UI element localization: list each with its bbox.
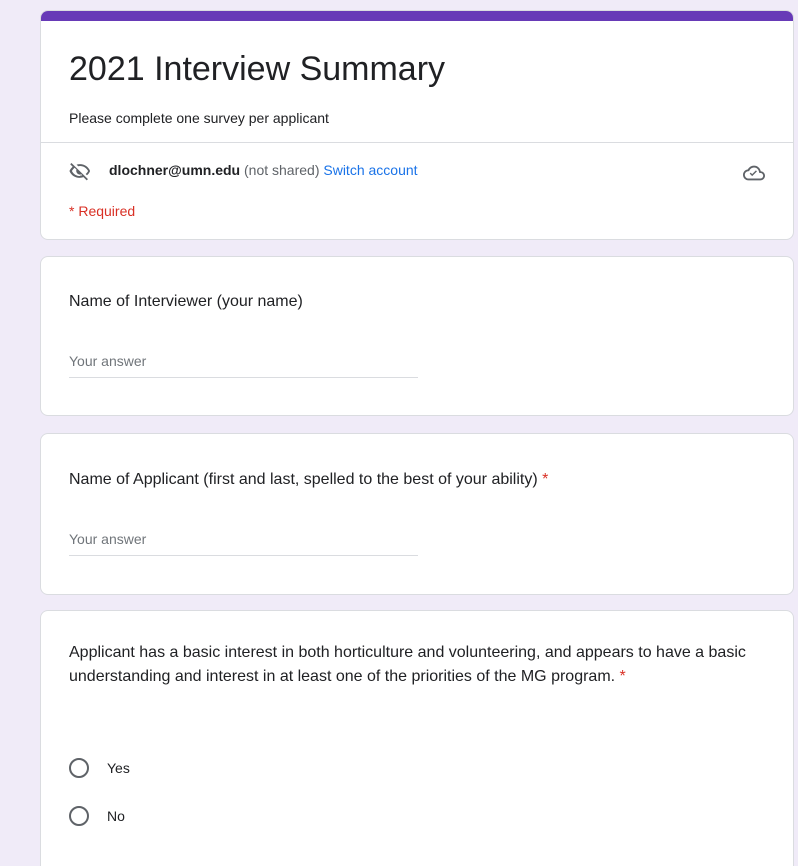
question-title: Applicant has a basic interest in both h… <box>69 641 763 689</box>
interviewer-name-input[interactable] <box>69 349 418 373</box>
question-title-text: Name of Interviewer (your name) <box>69 293 303 310</box>
switch-account-link[interactable]: Switch account <box>323 162 417 178</box>
question-card-interviewer: Name of Interviewer (your name) <box>40 256 794 416</box>
accent-bar <box>41 11 793 21</box>
answer-field-wrapper <box>69 349 418 378</box>
radio-button[interactable] <box>69 758 89 778</box>
question-title-text: Applicant has a basic interest in both h… <box>69 644 746 685</box>
cloud-saved-icon <box>743 165 765 181</box>
divider <box>41 142 793 143</box>
required-note: * Required <box>69 203 136 219</box>
radio-option-yes[interactable]: Yes <box>69 756 130 780</box>
form-description: Please complete one survey per applicant <box>69 110 329 126</box>
radio-button[interactable] <box>69 806 89 826</box>
question-card-interest: Applicant has a basic interest in both h… <box>40 610 794 866</box>
required-asterisk: * <box>619 668 626 685</box>
question-card-applicant: Name of Applicant (first and last, spell… <box>40 433 794 595</box>
radio-label: Yes <box>107 760 130 776</box>
answer-field-wrapper <box>69 527 418 556</box>
question-title-text: Name of Applicant (first and last, spell… <box>69 471 538 488</box>
form-header-card: 2021 Interview Summary Please complete o… <box>40 10 794 240</box>
required-asterisk: * <box>542 471 549 488</box>
applicant-name-input[interactable] <box>69 527 418 551</box>
question-title: Name of Interviewer (your name) <box>69 290 763 314</box>
account-shared-note: (not shared) <box>244 162 320 178</box>
question-title: Name of Applicant (first and last, spell… <box>69 468 763 492</box>
radio-label: No <box>107 808 125 824</box>
account-email: dlochner@umn.edu <box>109 162 241 178</box>
form-title: 2021 Interview Summary <box>69 50 446 88</box>
radio-option-no[interactable]: No <box>69 804 125 828</box>
eye-off-icon <box>69 163 91 181</box>
account-row: dlochner@umn.edu (not shared) Switch acc… <box>69 160 765 184</box>
